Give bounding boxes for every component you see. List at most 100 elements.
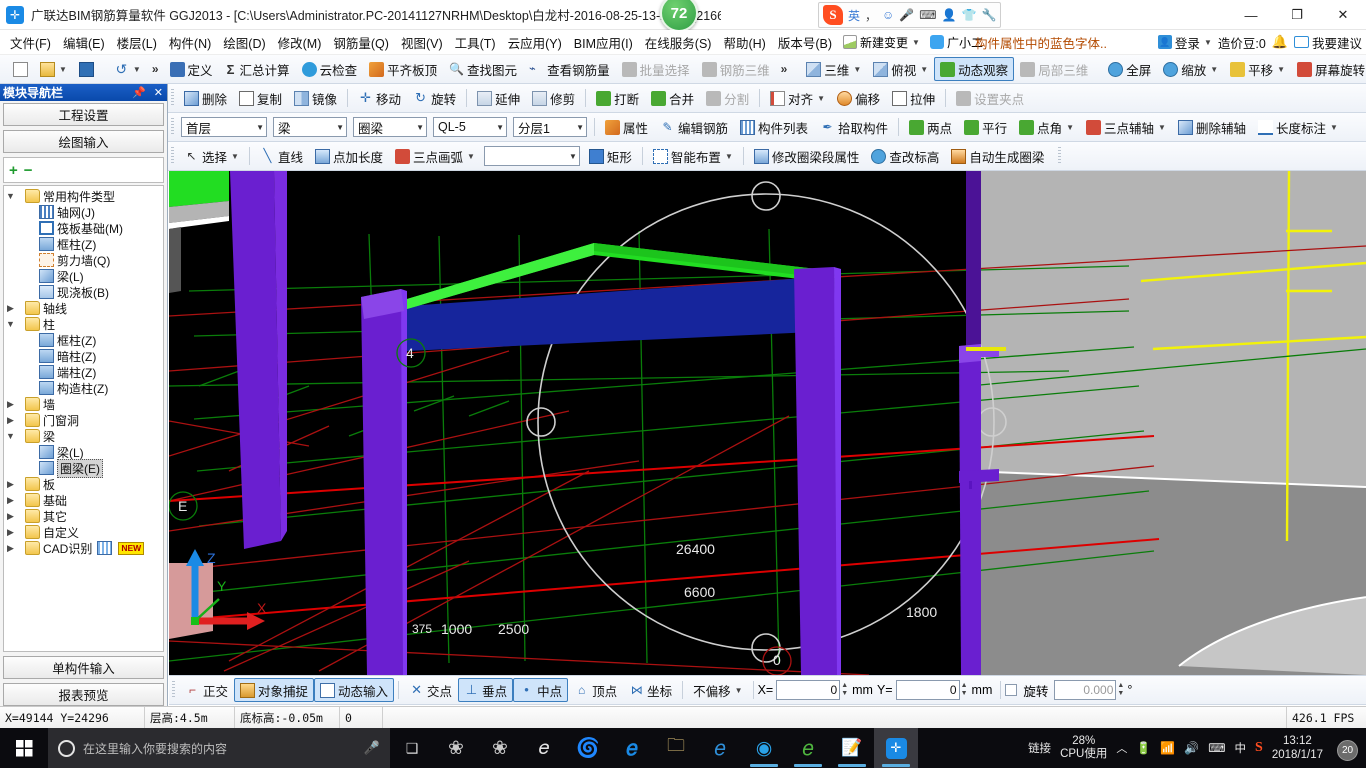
chevron-right-icon[interactable]: ▶	[4, 495, 17, 506]
tree-item[interactable]: ▶ 板	[4, 476, 163, 492]
mirror-button[interactable]: 镜像	[288, 86, 343, 110]
link-label[interactable]: 链接	[1028, 740, 1051, 756]
tree-item[interactable]: ▶ 轴线	[4, 300, 163, 316]
tree-item[interactable]: ▼ 梁	[4, 428, 163, 444]
toolbar-grip[interactable]	[171, 89, 174, 107]
find-element-button[interactable]: 🔍 查找图元	[443, 57, 523, 81]
chevron-down-icon[interactable]: ▼	[4, 431, 17, 441]
vertex-snap[interactable]: ⌂ 顶点	[568, 678, 623, 702]
summary-calc-button[interactable]: Σ 汇总计算	[219, 57, 296, 81]
tree-item[interactable]: 端柱(Z)	[4, 364, 163, 380]
chevron-right-icon[interactable]: ▶	[4, 527, 17, 538]
two-point-button[interactable]: 两点	[903, 115, 958, 139]
tree-item[interactable]: 暗柱(Z)	[4, 348, 163, 364]
x-offset-spinner[interactable]: ▲ ▼	[841, 682, 848, 698]
toolbar-grip[interactable]	[172, 681, 175, 699]
chevron-right-icon[interactable]: ▶	[4, 543, 17, 554]
drawing-input-button[interactable]: 绘图输入	[3, 130, 164, 153]
cloud-check-button[interactable]: 云检查	[296, 57, 364, 81]
tree-item[interactable]: ▼ 柱	[4, 316, 163, 332]
chevron-right-icon[interactable]: ▶	[4, 479, 17, 490]
taskbar-file-explorer[interactable]: 🗀	[654, 728, 698, 768]
offset-mode-selector[interactable]: 不偏移 ▼	[687, 678, 748, 702]
extend-button[interactable]: 延伸	[471, 86, 526, 110]
y-offset-input[interactable]: 0	[895, 680, 960, 700]
cpu-usage-indicator[interactable]: 28% CPU使用	[1060, 735, 1107, 761]
menu-draw[interactable]: 绘图(D)	[217, 31, 271, 54]
taskbar-spiral[interactable]: 🌀	[566, 728, 610, 768]
floor-selector[interactable]: 首层 ▼	[181, 117, 267, 137]
taskbar-ie[interactable]: 𝑒	[698, 728, 742, 768]
menu-online-service[interactable]: 在线服务(S)	[639, 31, 718, 54]
tree-item[interactable]: ▼ 常用构件类型	[4, 188, 163, 204]
chevron-right-icon[interactable]: ▶	[4, 399, 17, 410]
point-length-button[interactable]: 点加长度	[309, 144, 389, 168]
bell-icon[interactable]: 🔔	[1272, 34, 1288, 50]
tree-item[interactable]: ▶ CAD识别 NEW	[4, 540, 163, 556]
menu-floor[interactable]: 楼层(L)	[111, 31, 163, 54]
ime-voice-icon[interactable]: 🎤	[899, 8, 914, 22]
coins-label[interactable]: 造价豆:0	[1218, 33, 1266, 52]
ortho-toggle[interactable]: ⌐ 正交	[179, 678, 234, 702]
tree-item[interactable]: 剪力墙(Q)	[4, 252, 163, 268]
wifi-icon[interactable]: 📶	[1160, 741, 1175, 755]
orbit-button[interactable]: 动态观察	[934, 57, 1015, 81]
search-input[interactable]: 在这里输入你要搜索的内容 🎤	[48, 728, 390, 768]
taskbar-glodon-ggj[interactable]: ✛	[874, 728, 918, 768]
minimize-button[interactable]: —	[1228, 0, 1274, 30]
tree-item[interactable]: ▶ 自定义	[4, 524, 163, 540]
view-3d-button[interactable]: 三维 ▼	[800, 57, 867, 81]
object-snap-toggle[interactable]: 对象捕捉	[234, 678, 315, 702]
copy-button[interactable]: 复制	[233, 86, 288, 110]
open-file-button[interactable]: ▼	[34, 57, 73, 81]
menu-tools[interactable]: 工具(T)	[449, 31, 502, 54]
member-selector[interactable]: QL-5 ▼	[433, 117, 507, 137]
ime-toolbar[interactable]: S 英 ， ☺ 🎤 ⌨ 👤 👕 🔧	[818, 2, 1002, 28]
tree-item[interactable]: 框柱(Z)	[4, 236, 163, 252]
align-slab-button[interactable]: 平齐板顶	[363, 57, 443, 81]
menu-cloud-app[interactable]: 云应用(Y)	[502, 31, 568, 54]
ime-lang-toggle[interactable]: 英	[848, 7, 860, 24]
draw-mode-selector[interactable]: ▼	[483, 146, 580, 166]
set-grip-button[interactable]: 设置夹点	[950, 86, 1030, 110]
category-selector[interactable]: 梁 ▼	[273, 117, 347, 137]
menu-modify[interactable]: 修改(M)	[272, 31, 328, 54]
delete-axis-button[interactable]: 删除辅轴	[1172, 115, 1252, 139]
align-button[interactable]: 对齐 ▼	[764, 86, 831, 110]
tree-item[interactable]: 框柱(Z)	[4, 332, 163, 348]
layer-selector[interactable]: 分层1 ▼	[513, 117, 587, 137]
intersection-snap[interactable]: ✕ 交点	[403, 678, 458, 702]
battery-icon[interactable]: 🔋	[1136, 741, 1151, 755]
save-button[interactable]	[73, 57, 100, 81]
chevron-right-icon[interactable]: ▶	[4, 511, 17, 522]
tray-expand-icon[interactable]: ︿	[1116, 740, 1127, 756]
login-button[interactable]: 👤 登录 ▼	[1157, 33, 1212, 52]
split-button[interactable]: 分割	[700, 86, 755, 110]
ime-keyboard-icon[interactable]: ⌨	[919, 8, 936, 22]
project-settings-button[interactable]: 工程设置	[3, 103, 164, 126]
chevron-down-icon[interactable]: ▼	[4, 191, 17, 201]
component-list-button[interactable]: 构件列表	[734, 115, 814, 139]
screen-rotate-button[interactable]: 屏幕旋转▼	[1291, 57, 1366, 81]
undo-button[interactable]: ↺ ▼	[108, 57, 147, 81]
taskbar-app-fan[interactable]: ❀	[434, 728, 478, 768]
chevron-down-icon[interactable]: ▼	[4, 319, 17, 329]
taskbar-glodon-cloud[interactable]: ◉	[742, 728, 786, 768]
view-rebar-button[interactable]: ⌁ 查看钢筋量	[523, 57, 616, 81]
clock[interactable]: 13:12 2018/1/17	[1272, 734, 1323, 762]
auto-generate-ring-beam-button[interactable]: 自动生成圈梁	[945, 144, 1050, 168]
move-button[interactable]: ✛ 移动	[352, 86, 407, 110]
fullscreen-button[interactable]: 全屏	[1102, 57, 1157, 81]
menu-rebar-qty[interactable]: 钢筋量(Q)	[327, 31, 395, 54]
rectangle-button[interactable]: 矩形	[583, 144, 638, 168]
rotate-input[interactable]: 0.000	[1054, 680, 1117, 700]
ime-punctuation-icon[interactable]: ，	[865, 7, 877, 24]
pan-button[interactable]: 平移 ▼	[1224, 57, 1291, 81]
taskbar-edge[interactable]: 𝑒	[610, 728, 654, 768]
menu-help[interactable]: 帮助(H)	[717, 31, 771, 54]
toolbar-overflow-button-2[interactable]: »	[776, 62, 793, 76]
stretch-button[interactable]: 拉伸	[886, 86, 941, 110]
break-button[interactable]: 打断	[590, 86, 645, 110]
tree-item[interactable]: 梁(L)	[4, 268, 163, 284]
3d-model-canvas[interactable]: Z X Y	[169, 171, 1366, 675]
